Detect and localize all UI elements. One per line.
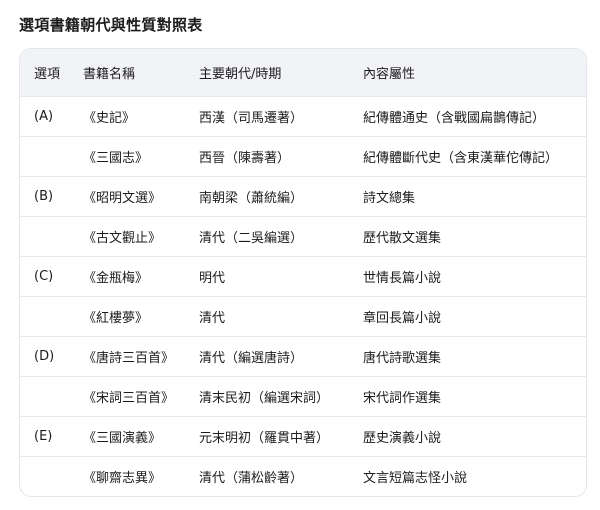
cell-book: 《紅樓夢》: [83, 310, 149, 326]
header-book-name: 書籍名稱: [83, 66, 136, 82]
cell-option: (E): [34, 428, 53, 444]
table-row: 《古文觀止》 清代（二吳編選） 歷代散文選集: [20, 216, 586, 256]
cell-dynasty: 明代: [199, 270, 226, 286]
cell-nature: 紀傳體斷代史（含東漢華佗傳記）: [363, 150, 559, 166]
cell-book: 《昭明文選》: [83, 190, 162, 206]
cell-book: 《三國志》: [83, 150, 149, 166]
cell-dynasty: 清末民初（編選宋詞）: [199, 390, 330, 406]
header-nature: 內容屬性: [363, 66, 416, 82]
cell-book: 《三國演義》: [83, 430, 162, 446]
cell-option: [20, 216, 83, 256]
table-row: (E) 《三國演義》 元末明初（羅貫中著） 歷史演義小說: [20, 416, 586, 456]
header-dynasty: 主要朝代/時期: [199, 66, 282, 82]
cell-dynasty: 西漢（司馬遷著）: [199, 110, 304, 126]
cell-nature: 詩文總集: [363, 190, 416, 206]
table-row: (A) 《史記》 西漢（司馬遷著） 紀傳體通史（含戰國扁鵲傳記）: [20, 96, 586, 136]
cell-nature: 歷史演義小說: [363, 430, 442, 446]
cell-dynasty: 清代（二吳編選）: [199, 230, 304, 246]
table-row: (D) 《唐詩三百首》 清代（編選唐詩） 唐代詩歌選集: [20, 336, 586, 376]
cell-dynasty: 清代（蒲松齡著）: [199, 470, 304, 486]
cell-dynasty: 南朝梁（蕭統編）: [199, 190, 304, 206]
cell-book: 《金瓶梅》: [83, 270, 149, 286]
cell-option: (B): [34, 188, 54, 204]
cell-option: [20, 376, 83, 416]
cell-dynasty: 清代: [199, 310, 226, 326]
cell-nature: 世情長篇小說: [363, 270, 442, 286]
cell-nature: 歷代散文選集: [363, 230, 442, 246]
cell-book: 《聊齋志異》: [83, 470, 162, 486]
cell-nature: 章回長篇小說: [363, 310, 442, 326]
cell-nature: 紀傳體通史（含戰國扁鵲傳記）: [363, 110, 546, 126]
table-row: (B) 《昭明文選》 南朝梁（蕭統編） 詩文總集: [20, 176, 586, 216]
cell-book: 《史記》: [83, 110, 136, 126]
cell-option: [20, 136, 83, 176]
cell-dynasty: 清代（編選唐詩）: [199, 350, 304, 366]
cell-dynasty: 西晉（陳壽著）: [199, 150, 291, 166]
cell-option: (C): [34, 268, 54, 284]
cell-dynasty: 元末明初（羅貫中著）: [199, 430, 330, 446]
header-option: 選項: [34, 66, 61, 82]
cell-nature: 文言短篇志怪小說: [363, 470, 468, 486]
table-row: 《三國志》 西晉（陳壽著） 紀傳體斷代史（含東漢華佗傳記）: [20, 136, 586, 176]
table-header-row: 選項 書籍名稱 主要朝代/時期 內容屬性: [20, 49, 586, 96]
cell-option: (D): [34, 348, 55, 364]
cell-nature: 宋代詞作選集: [363, 390, 442, 406]
table-row: 《聊齋志異》 清代（蒲松齡著） 文言短篇志怪小說: [20, 456, 586, 496]
cell-option: (A): [34, 108, 54, 124]
cell-nature: 唐代詩歌選集: [363, 350, 442, 366]
table-row: 《宋詞三百首》 清末民初（編選宋詞） 宋代詞作選集: [20, 376, 586, 416]
table-row: (C) 《金瓶梅》 明代 世情長篇小說: [20, 256, 586, 296]
page-title: 選項書籍朝代與性質對照表: [19, 16, 203, 34]
cell-book: 《宋詞三百首》: [83, 390, 175, 406]
cell-book: 《唐詩三百首》: [83, 350, 175, 366]
cell-option: [20, 456, 83, 496]
comparison-table: 選項 書籍名稱 主要朝代/時期 內容屬性 (A) 《史記》 西漢（司馬遷著） 紀…: [19, 48, 587, 497]
cell-option: [20, 296, 83, 336]
table-row: 《紅樓夢》 清代 章回長篇小說: [20, 296, 586, 336]
cell-book: 《古文觀止》: [83, 230, 162, 246]
